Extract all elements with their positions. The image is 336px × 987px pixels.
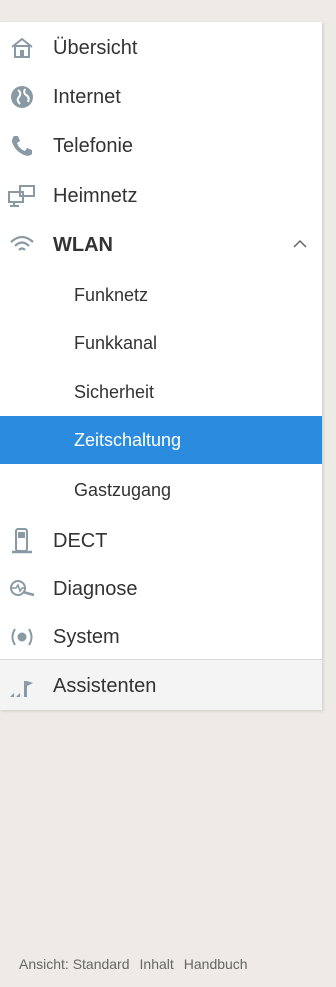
submenu-item-label: Sicherheit <box>74 381 155 402</box>
menu-item-label: Übersicht <box>53 36 138 59</box>
home-icon <box>8 34 36 62</box>
diagnosis-icon <box>8 575 36 603</box>
menu-item-label: Diagnose <box>53 577 138 600</box>
menu-item-wlan[interactable]: WLAN <box>0 221 322 269</box>
contents-link[interactable]: Inhalt <box>140 956 174 972</box>
menu-item-diagnose[interactable]: Diagnose <box>0 565 322 613</box>
menu-item-uebersicht[interactable]: Übersicht <box>0 24 322 72</box>
submenu-item-label: Zeitschaltung <box>74 429 182 450</box>
menu-item-dect[interactable]: DECT <box>0 517 322 565</box>
submenu-item-zeitschaltung[interactable]: Zeitschaltung <box>0 416 322 464</box>
manual-link[interactable]: Handbuch <box>184 956 248 972</box>
wizard-icon <box>8 672 36 700</box>
phone-icon <box>8 132 36 160</box>
submenu-item-funknetz[interactable]: Funknetz <box>0 271 322 319</box>
submenu-item-sicherheit[interactable]: Sicherheit <box>0 368 322 416</box>
menu-item-label: System <box>53 625 120 648</box>
system-icon <box>8 623 36 651</box>
menu-item-heimnetz[interactable]: Heimnetz <box>0 172 322 220</box>
submenu-item-gastzugang[interactable]: Gastzugang <box>0 466 322 514</box>
menu-item-label: WLAN <box>53 233 113 256</box>
dect-phone-icon <box>8 527 36 555</box>
menu-item-label: Telefonie <box>53 134 134 157</box>
submenu-item-label: Funknetz <box>74 284 149 305</box>
menu-item-telefonie[interactable]: Telefonie <box>0 122 322 170</box>
footer-links: Ansicht: Standard Inhalt Handbuch <box>19 956 248 972</box>
navigation-menu: Übersicht Internet Telefonie Heimnetz WL… <box>0 22 322 710</box>
view-standard-link[interactable]: Ansicht: Standard <box>19 956 130 972</box>
wifi-icon <box>8 231 36 259</box>
submenu-item-label: Gastzugang <box>74 479 172 500</box>
network-icon <box>8 182 36 210</box>
menu-item-system[interactable]: System <box>0 613 322 661</box>
chevron-up-icon[interactable] <box>290 234 310 254</box>
menu-item-label: Assistenten <box>53 674 157 697</box>
submenu-item-label: Funkkanal <box>74 332 158 353</box>
menu-item-internet[interactable]: Internet <box>0 73 322 121</box>
menu-item-label: Heimnetz <box>53 184 138 207</box>
submenu-item-funkkanal[interactable]: Funkkanal <box>0 319 322 367</box>
globe-icon <box>8 83 36 111</box>
menu-item-assistenten[interactable]: Assistenten <box>0 662 322 710</box>
menu-item-label: DECT <box>53 529 108 552</box>
menu-item-label: Internet <box>53 85 121 108</box>
